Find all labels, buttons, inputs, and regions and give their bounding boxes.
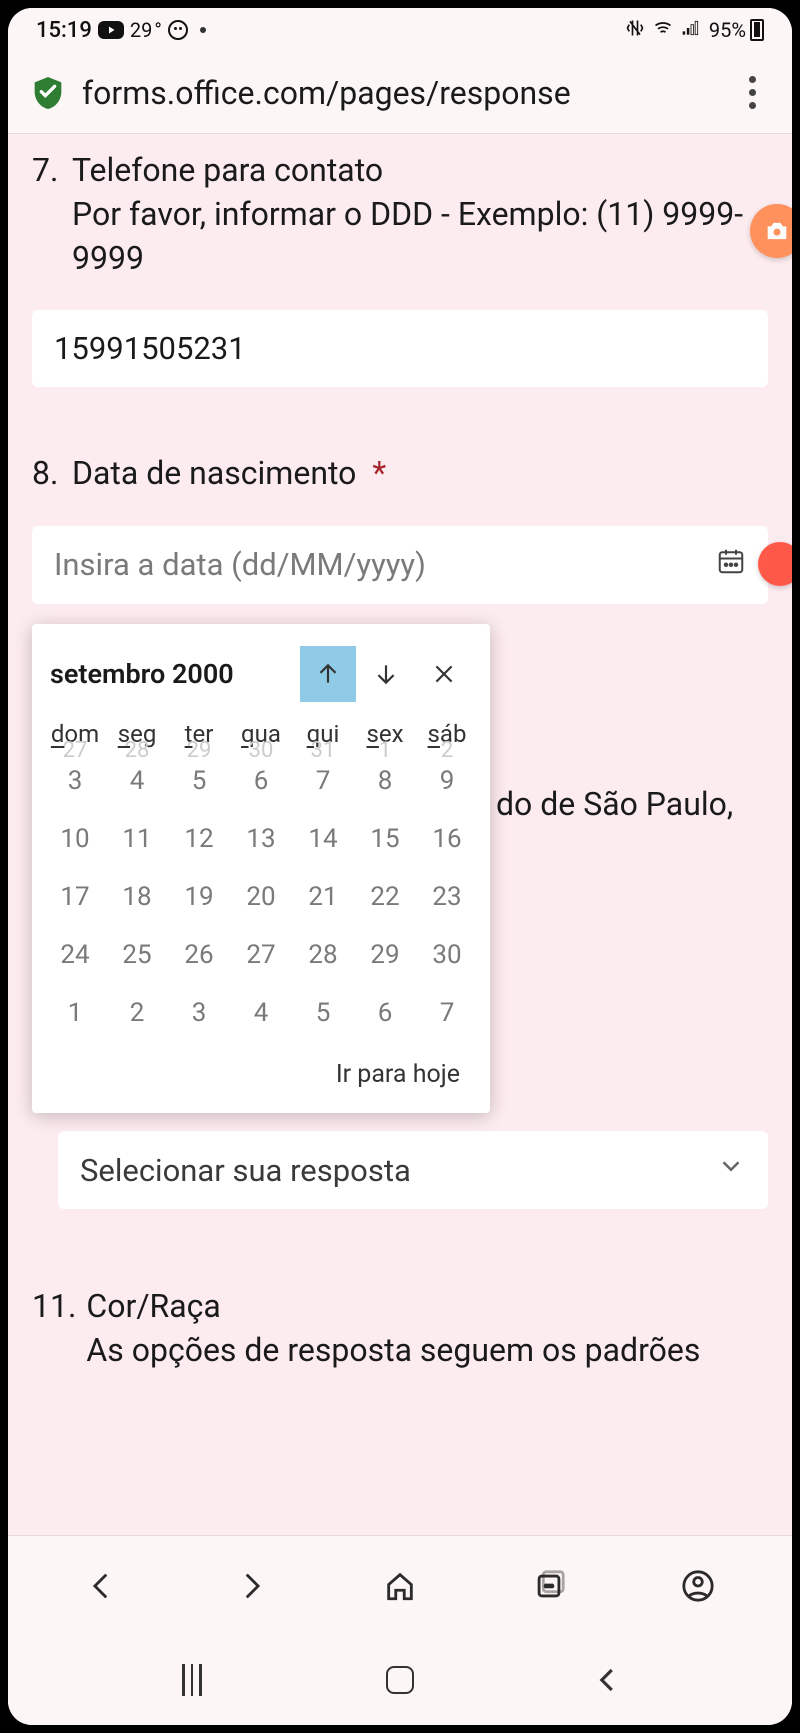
browser-bar: forms.office.com/pages/response xyxy=(8,52,792,134)
q8-date-input[interactable]: Insira a data (dd/MM/yyyy) xyxy=(32,526,768,604)
date-cell[interactable]: 5 xyxy=(292,984,354,1042)
calendar-icon[interactable] xyxy=(716,546,746,584)
home-button[interactable] xyxy=(378,1564,422,1608)
date-cell[interactable]: 26 xyxy=(168,926,230,984)
date-cell[interactable]: 14 xyxy=(292,810,354,868)
date-cell[interactable]: 11 xyxy=(106,810,168,868)
back-sys-button[interactable] xyxy=(578,1665,638,1695)
q11-subtitle: As opções de resposta seguem os padrões xyxy=(86,1331,700,1369)
date-cell[interactable]: 24 xyxy=(44,926,106,984)
status-temp: 29° xyxy=(130,18,162,42)
face-icon xyxy=(168,20,188,40)
next-month-button[interactable] xyxy=(358,646,414,702)
date-cell[interactable]: 25 xyxy=(106,926,168,984)
question-7: 7. Telefone para contato Por favor, info… xyxy=(32,148,768,387)
date-cell[interactable]: 16 xyxy=(416,810,478,868)
datepicker-month-label[interactable]: setembro 2000 xyxy=(50,658,234,690)
tabs-button[interactable] xyxy=(527,1564,571,1608)
date-cell[interactable]: 27 xyxy=(230,926,292,984)
profile-button[interactable] xyxy=(676,1564,720,1608)
chevron-down-icon xyxy=(716,1151,746,1189)
vibrate-icon xyxy=(625,18,645,43)
status-time: 15:19 xyxy=(36,18,92,43)
date-cell[interactable]: 15 xyxy=(354,810,416,868)
secure-icon xyxy=(32,75,64,111)
date-cell[interactable]: 21 xyxy=(292,868,354,926)
url-text[interactable]: forms.office.com/pages/response xyxy=(82,74,732,112)
system-nav xyxy=(8,1635,792,1725)
recents-button[interactable] xyxy=(162,1664,222,1696)
required-mark: * xyxy=(372,454,386,492)
dow-header: qua30 xyxy=(230,716,292,752)
dow-header: seg28 xyxy=(106,716,168,752)
date-cell[interactable]: 1 xyxy=(44,984,106,1042)
wifi-icon xyxy=(653,18,673,43)
q8-number: 8. xyxy=(32,451,62,495)
q11-number: 11. xyxy=(32,1284,76,1372)
date-cell[interactable]: 6 xyxy=(354,984,416,1042)
date-cell[interactable]: 2 xyxy=(106,984,168,1042)
date-cell[interactable]: 4 xyxy=(230,984,292,1042)
q8-title: Data de nascimento xyxy=(72,454,356,492)
date-cell[interactable]: 28 xyxy=(292,926,354,984)
dow-header: ter29 xyxy=(168,716,230,752)
date-cell[interactable]: 17 xyxy=(44,868,106,926)
date-cell[interactable]: 22 xyxy=(354,868,416,926)
date-cell[interactable]: 30 xyxy=(416,926,478,984)
q10-select[interactable]: Selecionar sua resposta xyxy=(58,1131,768,1209)
menu-button[interactable] xyxy=(732,76,772,109)
question-11: 11. Cor/Raça As opções de resposta segue… xyxy=(32,1284,768,1372)
prev-month-button[interactable] xyxy=(300,646,356,702)
q7-number: 7. xyxy=(32,148,62,280)
date-cell[interactable]: 7 xyxy=(416,984,478,1042)
forward-button[interactable] xyxy=(229,1564,273,1608)
status-bar: 15:19 29° 95% xyxy=(8,8,792,52)
date-cell[interactable]: 10 xyxy=(44,810,106,868)
close-datepicker-button[interactable] xyxy=(416,646,472,702)
date-cell[interactable]: 23 xyxy=(416,868,478,926)
date-cell[interactable]: 13 xyxy=(230,810,292,868)
date-cell[interactable]: 18 xyxy=(106,868,168,926)
q7-input[interactable]: 15991505231 xyxy=(32,310,768,387)
browser-bottom-nav xyxy=(8,1535,792,1635)
go-to-today-button[interactable]: Ir para hoje xyxy=(32,1052,490,1113)
q7-title: Telefone para contato Por favor, informa… xyxy=(72,148,768,280)
youtube-icon xyxy=(98,21,124,39)
date-cell[interactable]: 19 xyxy=(168,868,230,926)
q9-partial-text: do de São Paulo, xyxy=(496,782,733,827)
dow-header: sex1 xyxy=(354,716,416,752)
date-cell[interactable]: 3 xyxy=(168,984,230,1042)
date-cell[interactable]: 20 xyxy=(230,868,292,926)
dow-header: dom27 xyxy=(44,716,106,752)
question-8: 8. Data de nascimento * Insira a data (d… xyxy=(32,451,768,603)
battery-icon xyxy=(750,19,764,41)
dow-header: qui31 xyxy=(292,716,354,752)
battery: 95% xyxy=(709,18,764,42)
date-cell[interactable]: 12 xyxy=(168,810,230,868)
status-dot xyxy=(200,27,206,33)
signal-icon xyxy=(681,18,701,43)
q11-title: Cor/Raça xyxy=(86,1287,220,1325)
dow-header: sáb2 xyxy=(416,716,478,752)
home-sys-button[interactable] xyxy=(370,1666,430,1694)
date-cell[interactable]: 29 xyxy=(354,926,416,984)
back-button[interactable] xyxy=(80,1564,124,1608)
datepicker-popup: setembro 2000 dom27seg28ter29qua30qui31s… xyxy=(32,624,490,1113)
